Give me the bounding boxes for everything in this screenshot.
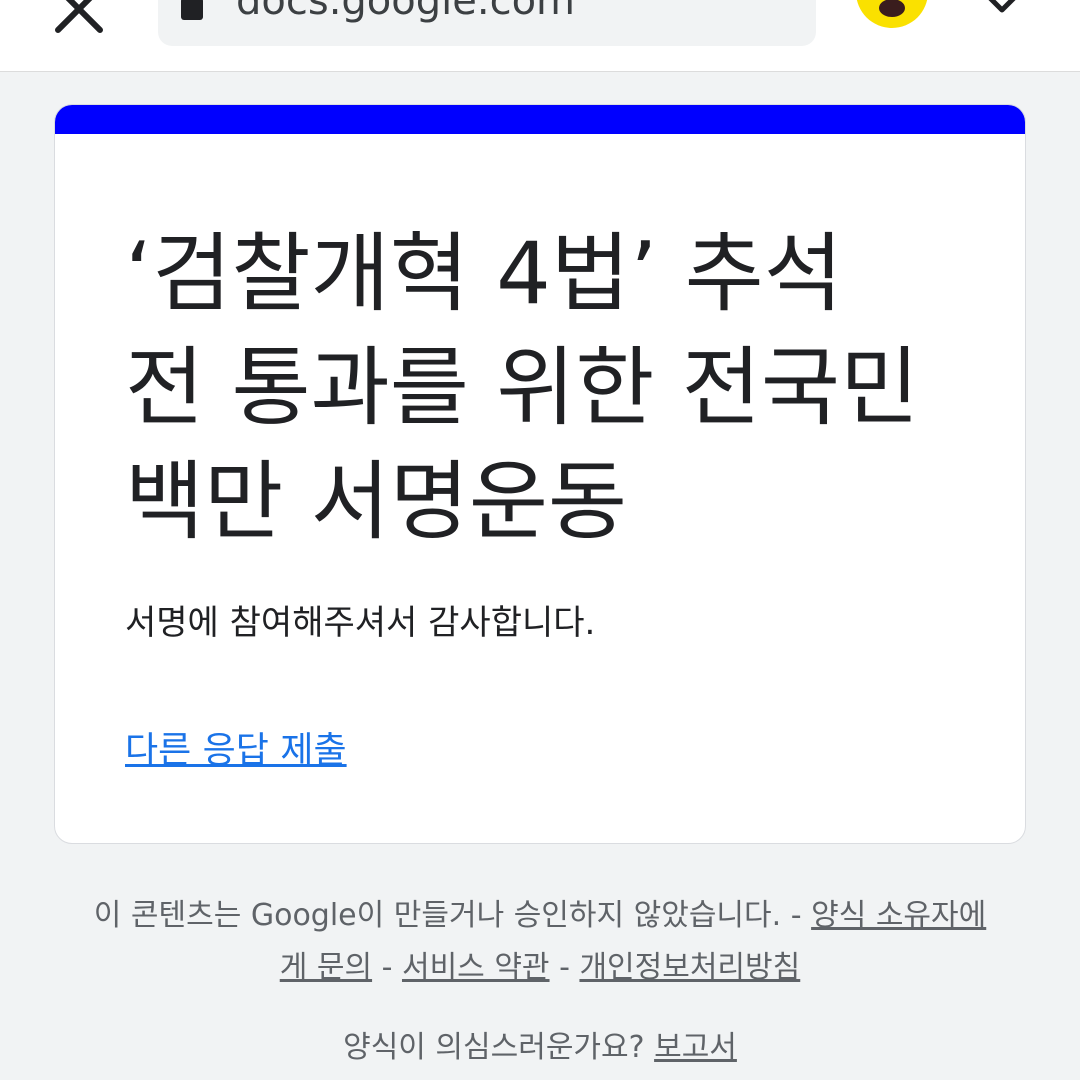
footer-disclaimer: 이 콘텐츠는 Google이 만들거나 승인하지 않았습니다. - 양식 소유자… [90, 890, 990, 994]
chevron-down-icon [988, 0, 1016, 13]
kakaotalk-share-icon [879, 0, 905, 17]
address-bar[interactable]: docs.google.com [158, 0, 816, 46]
submit-another-response-link[interactable]: 다른 응답 제출 [125, 721, 347, 773]
url-text: docs.google.com [236, 0, 576, 24]
lock-icon [181, 0, 203, 20]
form-title: ‘검찰개혁 4법’ 추석 전 통과를 위한 전국민 백만 서명운동 [125, 224, 920, 552]
report-abuse-line: 양식이 의심스러운가요? 보고서 [90, 1022, 990, 1074]
kakaotalk-share-button[interactable] [856, 0, 928, 28]
close-button[interactable] [52, 0, 106, 36]
privacy-policy-link[interactable]: 개인정보처리방침 [579, 950, 800, 985]
browser-toolbar: docs.google.com [0, 0, 1080, 72]
separator: - [781, 898, 812, 933]
card-accent-bar [55, 105, 1025, 134]
confirmation-message: 서명에 참여해주셔서 감사합니다. [125, 603, 596, 643]
separator: - [549, 950, 580, 985]
menu-button[interactable] [982, 0, 1022, 18]
terms-of-service-link[interactable]: 서비스 약관 [402, 950, 550, 985]
suspicious-form-text: 양식이 의심스러운가요? [343, 1030, 655, 1065]
separator: - [372, 950, 402, 985]
close-icon [55, 0, 103, 33]
disclaimer-text: 이 콘텐츠는 Google이 만들거나 승인하지 않았습니다. [93, 898, 782, 933]
report-link[interactable]: 보고서 [654, 1030, 737, 1065]
form-response-card: ‘검찰개혁 4법’ 추석 전 통과를 위한 전국민 백만 서명운동 서명에 참여… [54, 104, 1026, 844]
